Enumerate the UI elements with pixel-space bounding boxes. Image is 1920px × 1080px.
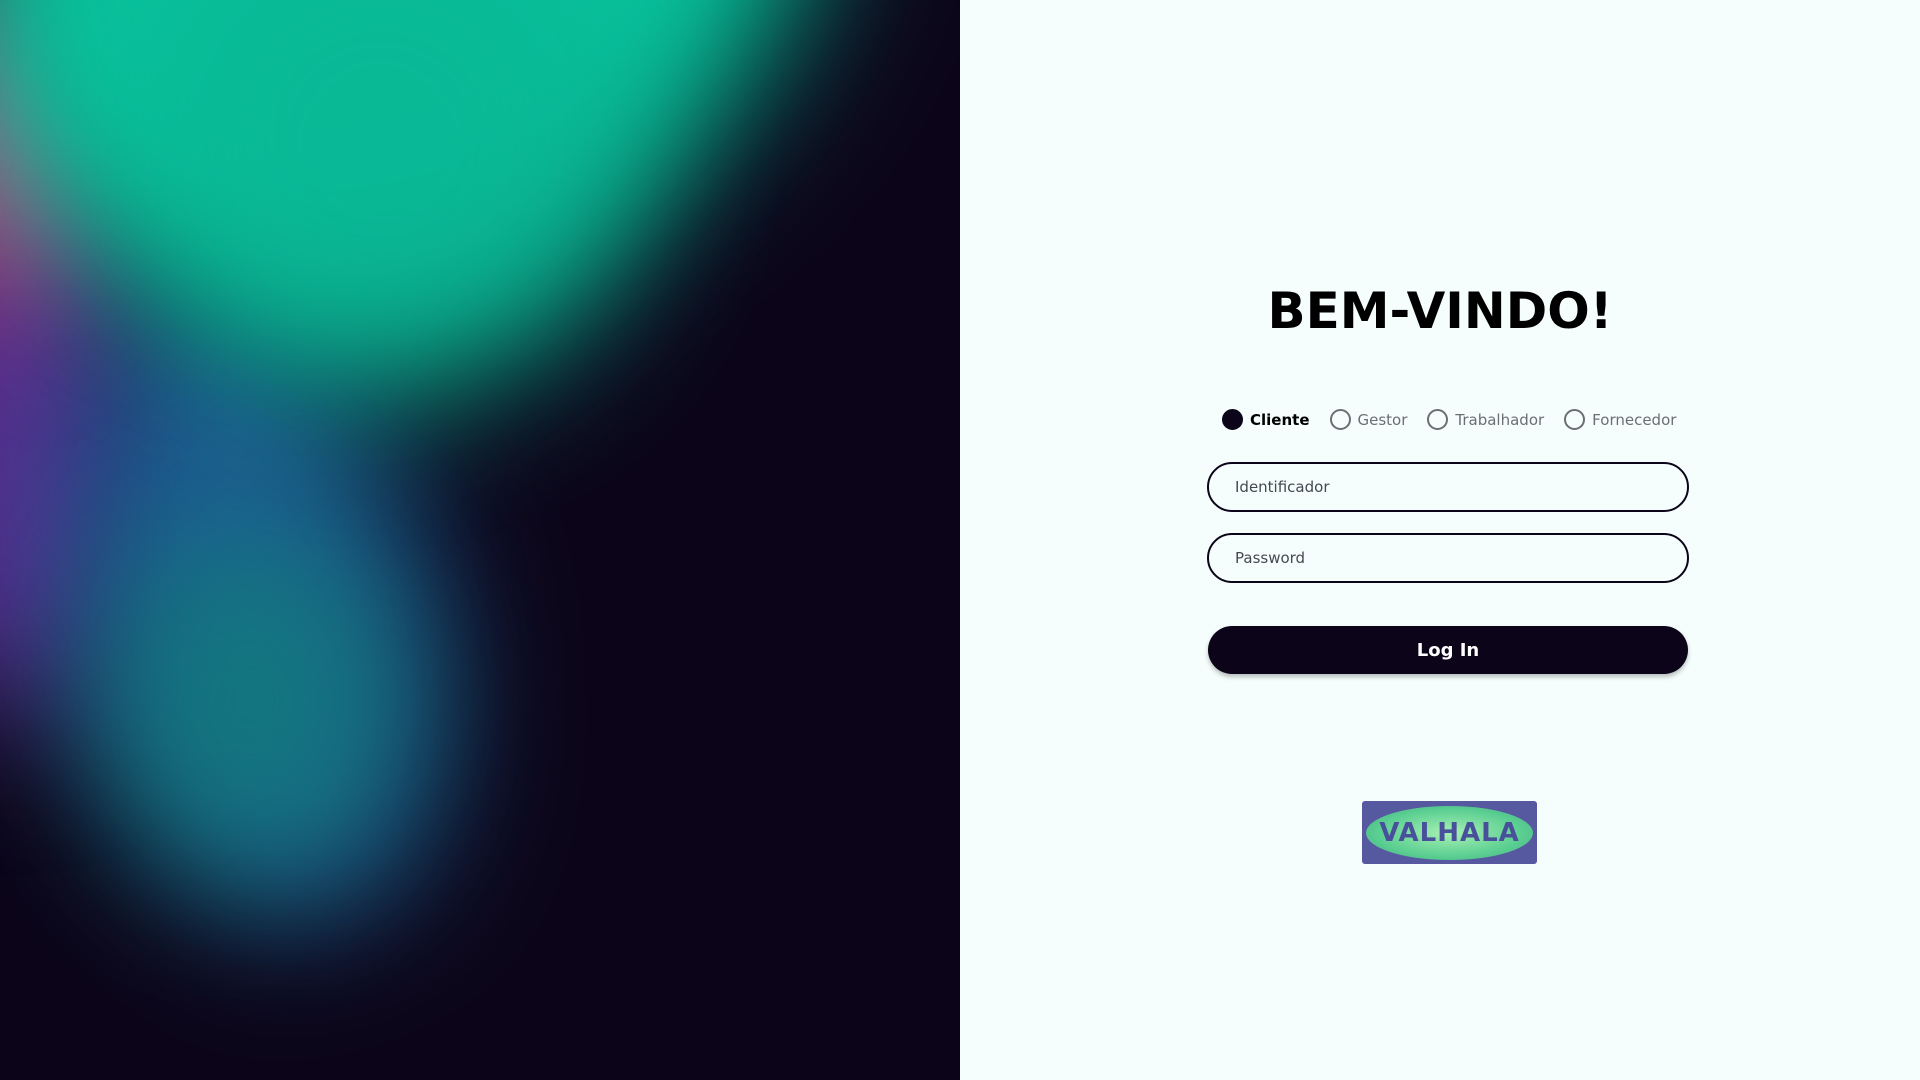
- identifier-input[interactable]: [1207, 462, 1689, 512]
- role-option-cliente[interactable]: Cliente: [1222, 409, 1310, 430]
- login-page: BEM-VINDO! Cliente Gestor Trabalhador Fo…: [0, 0, 1920, 1080]
- role-option-trabalhador[interactable]: Trabalhador: [1427, 409, 1544, 430]
- role-label: Trabalhador: [1455, 410, 1545, 429]
- role-selector: Cliente Gestor Trabalhador Fornecedor: [1222, 409, 1676, 430]
- welcome-title: BEM-VINDO!: [1267, 282, 1613, 340]
- password-input[interactable]: [1207, 533, 1689, 583]
- radio-button-icon[interactable]: [1427, 409, 1449, 430]
- login-form-panel: BEM-VINDO! Cliente Gestor Trabalhador Fo…: [960, 0, 1920, 1080]
- role-option-fornecedor[interactable]: Fornecedor: [1564, 409, 1676, 430]
- logo-text: VALHALA: [1379, 817, 1520, 848]
- decorative-gradient-panel: [0, 0, 960, 1080]
- radio-button-icon[interactable]: [1564, 409, 1586, 430]
- gradient-blob-deep-teal: [100, 520, 400, 880]
- role-option-gestor[interactable]: Gestor: [1329, 409, 1408, 430]
- valhala-logo: VALHALA: [1362, 801, 1537, 864]
- radio-button-icon[interactable]: [1329, 409, 1351, 430]
- login-button[interactable]: Log In: [1208, 626, 1688, 674]
- role-label: Fornecedor: [1592, 410, 1677, 429]
- logo-oval-shape: VALHALA: [1366, 805, 1533, 860]
- radio-button-icon[interactable]: [1222, 409, 1243, 430]
- role-label: Gestor: [1357, 410, 1408, 429]
- role-label: Cliente: [1250, 410, 1310, 429]
